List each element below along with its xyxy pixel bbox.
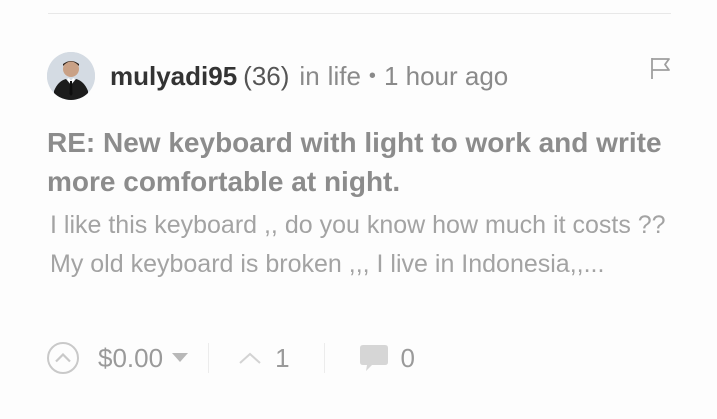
- speech-bubble-icon[interactable]: [359, 344, 389, 372]
- in-label: in: [299, 60, 320, 91]
- flag-icon[interactable]: [649, 56, 673, 80]
- footer-divider: [323, 343, 325, 373]
- category-link[interactable]: life: [328, 61, 361, 92]
- avatar[interactable]: [47, 52, 95, 100]
- footer-divider: [208, 343, 210, 373]
- post-title[interactable]: RE: New keyboard with light to work and …: [47, 123, 672, 201]
- vote-count[interactable]: 1: [275, 343, 289, 374]
- post-header: mulyadi95 (36) in life • 1 hour ago: [110, 58, 508, 94]
- top-divider: [48, 13, 671, 14]
- votes-icon[interactable]: [239, 352, 261, 364]
- upvote-button[interactable]: [47, 342, 79, 374]
- post-time[interactable]: 1 hour ago: [384, 61, 508, 92]
- payout-value[interactable]: $0.00: [98, 343, 163, 374]
- post-excerpt[interactable]: I like this keyboard ,, do you know how …: [50, 206, 680, 284]
- author-name[interactable]: mulyadi95: [110, 61, 237, 92]
- chevron-up-icon: [55, 353, 71, 363]
- caret-down-icon[interactable]: [172, 353, 189, 363]
- post-footer: $0.00 1 0: [47, 338, 415, 378]
- separator-dot: •: [368, 64, 376, 87]
- avatar-image: [47, 52, 95, 100]
- author-reputation: (36): [243, 60, 290, 91]
- comment-count[interactable]: 0: [401, 343, 415, 374]
